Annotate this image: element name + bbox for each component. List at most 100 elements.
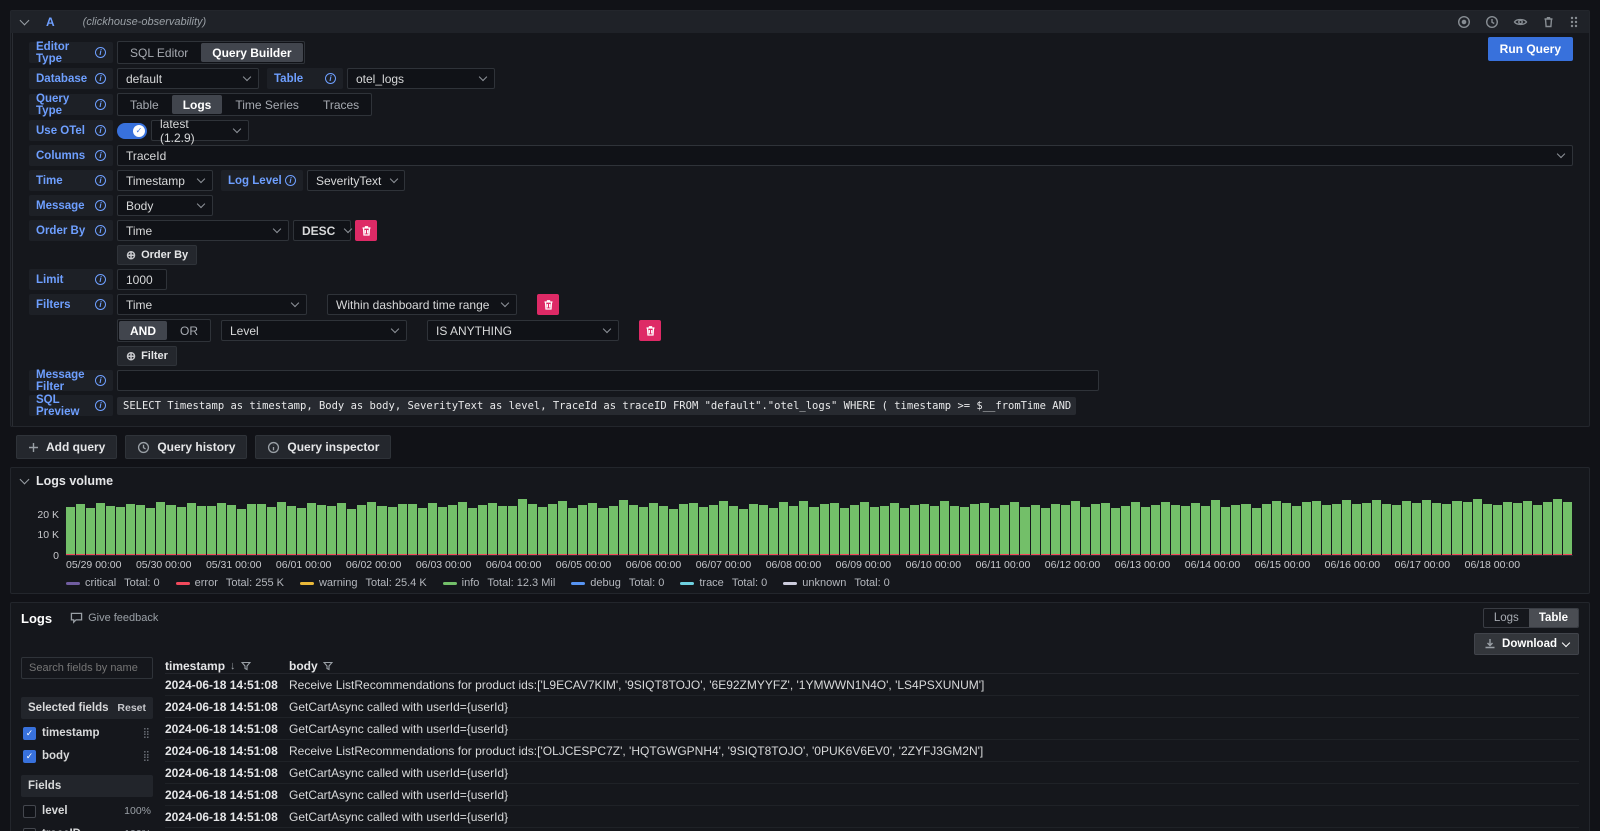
- eye-icon[interactable]: [1513, 15, 1528, 29]
- filter-operator-select[interactable]: Within dashboard time range: [327, 294, 517, 315]
- search-fields-input[interactable]: [21, 657, 153, 679]
- circle-plus-icon: ⊕: [126, 349, 136, 363]
- info-icon[interactable]: i: [95, 47, 106, 58]
- info-icon[interactable]: i: [95, 73, 106, 84]
- remove-condition-button[interactable]: [639, 320, 661, 341]
- add-filter-button[interactable]: ⊕Filter: [117, 346, 177, 366]
- use-otel-toggle[interactable]: ✓: [117, 123, 147, 139]
- view-toggle-logs[interactable]: Logs: [1484, 609, 1529, 627]
- circle-dot-icon[interactable]: [1457, 15, 1471, 29]
- log-level-select[interactable]: SeverityText: [307, 170, 405, 191]
- x-tick-label: 06/10 00:00: [906, 559, 961, 573]
- history-clock-icon[interactable]: [1485, 15, 1499, 29]
- info-icon[interactable]: i: [95, 375, 106, 386]
- time-column-select[interactable]: Timestamp: [117, 170, 213, 191]
- checkbox-body[interactable]: ✓: [23, 750, 36, 763]
- legend-item-warning[interactable]: warningTotal: 25.4 K: [300, 577, 427, 589]
- query-inspector-button[interactable]: Query inspector: [255, 435, 391, 459]
- order-direction-select[interactable]: DESC: [293, 220, 351, 241]
- filter-funnel-icon[interactable]: [241, 661, 251, 671]
- add-order-by-button[interactable]: ⊕Order By: [117, 245, 197, 265]
- volume-bar: [759, 505, 768, 555]
- query-type-option-traces[interactable]: Traces: [311, 94, 371, 115]
- run-query-button[interactable]: Run Query: [1488, 37, 1573, 61]
- info-icon[interactable]: i: [285, 175, 296, 186]
- download-button[interactable]: Download: [1474, 633, 1579, 655]
- remove-order-by-button[interactable]: [355, 220, 377, 241]
- query-row-header[interactable]: A (clickhouse-observability): [11, 11, 1589, 33]
- filter-join-option-and[interactable]: AND: [119, 321, 167, 340]
- legend-item-info[interactable]: infoTotal: 12.3 Mil: [443, 577, 556, 589]
- drag-handle-icon[interactable]: [1569, 15, 1579, 29]
- database-select[interactable]: default: [117, 68, 259, 89]
- add-query-button[interactable]: Add query: [16, 435, 117, 459]
- reset-button[interactable]: Reset: [117, 702, 146, 714]
- volume-bar: [1392, 505, 1401, 555]
- table-row: 2024-06-18 14:51:08GetCartAsync called w…: [165, 696, 1579, 718]
- filter-join-option-or[interactable]: OR: [168, 320, 210, 341]
- query-type-option-logs[interactable]: Logs: [172, 95, 223, 114]
- legend-color-swatch: [66, 582, 80, 585]
- x-tick-label: 06/06 00:00: [626, 559, 681, 573]
- field-percent: 100%: [124, 805, 151, 817]
- logs-volume-header[interactable]: Logs volume: [21, 474, 1579, 488]
- volume-bar: [588, 503, 597, 556]
- filter-funnel-icon[interactable]: [323, 661, 333, 671]
- body-column-header[interactable]: body: [289, 659, 333, 673]
- info-icon[interactable]: i: [325, 73, 336, 84]
- collapse-chevron-icon[interactable]: [20, 16, 30, 26]
- limit-input[interactable]: 1000: [117, 269, 167, 290]
- legend-item-critical[interactable]: criticalTotal: 0: [66, 577, 160, 589]
- chevron-down-icon: [197, 175, 205, 183]
- legend-item-unknown[interactable]: unknownTotal: 0: [783, 577, 890, 589]
- info-icon[interactable]: i: [95, 225, 106, 236]
- filter-condition-row: ANDOR Level IS ANYTHING: [117, 319, 1573, 342]
- volume-bar: [267, 507, 276, 555]
- info-icon[interactable]: i: [95, 200, 106, 211]
- info-icon[interactable]: i: [95, 125, 106, 136]
- database-table-row: Databasei default Tablei otel_logs: [29, 68, 1573, 89]
- condition-operator-select[interactable]: IS ANYTHING: [427, 320, 619, 341]
- drag-handle-icon[interactable]: ⣿: [143, 751, 151, 762]
- otel-version-select[interactable]: latest (1.2.9): [151, 120, 249, 141]
- view-toggle-table[interactable]: Table: [1529, 609, 1578, 627]
- info-icon[interactable]: i: [95, 99, 106, 110]
- info-icon[interactable]: i: [95, 299, 106, 310]
- query-type-option-time-series[interactable]: Time Series: [223, 94, 311, 115]
- message-column-select[interactable]: Body: [117, 195, 213, 216]
- sort-desc-icon[interactable]: ↓: [230, 660, 236, 672]
- editor-type-option-query-builder[interactable]: Query Builder: [201, 43, 302, 62]
- table-select[interactable]: otel_logs: [347, 68, 495, 89]
- table-header-row: timestamp ↓ body: [165, 659, 1579, 674]
- condition-field-select[interactable]: Level: [221, 320, 407, 341]
- trash-icon[interactable]: [1542, 15, 1555, 29]
- give-feedback-link[interactable]: Give feedback: [70, 612, 1483, 624]
- query-type-option-table[interactable]: Table: [118, 94, 171, 115]
- volume-bar: [136, 505, 145, 555]
- checkbox-level[interactable]: [23, 805, 36, 818]
- message-filter-input[interactable]: [117, 370, 1099, 391]
- info-icon[interactable]: i: [95, 274, 106, 285]
- drag-handle-icon[interactable]: ⣿: [143, 728, 151, 739]
- volume-bar: [1000, 505, 1009, 555]
- info-icon[interactable]: i: [95, 150, 106, 161]
- checkbox-traceID[interactable]: [23, 828, 36, 831]
- legend-item-error[interactable]: errorTotal: 255 K: [176, 577, 284, 589]
- legend-item-debug[interactable]: debugTotal: 0: [571, 577, 664, 589]
- volume-bar: [940, 501, 949, 555]
- filter-field-select[interactable]: Time: [117, 294, 307, 315]
- timestamp-column-header[interactable]: timestamp ↓: [165, 659, 289, 673]
- volume-bar: [156, 502, 165, 555]
- checkbox-timestamp[interactable]: ✓: [23, 727, 36, 740]
- logs-table-view-toggle: LogsTable: [1483, 608, 1579, 628]
- x-tick-label: 06/04 00:00: [486, 559, 541, 573]
- info-icon[interactable]: i: [95, 400, 106, 411]
- legend-item-trace[interactable]: traceTotal: 0: [680, 577, 767, 589]
- editor-type-option-sql-editor[interactable]: SQL Editor: [118, 42, 200, 63]
- info-icon[interactable]: i: [95, 175, 106, 186]
- query-history-button[interactable]: Query history: [125, 435, 247, 459]
- order-by-field-select[interactable]: Time: [117, 220, 289, 241]
- columns-multiselect[interactable]: TraceId: [117, 145, 1573, 166]
- remove-filter-button[interactable]: [537, 294, 559, 315]
- volume-bar: [1121, 506, 1130, 555]
